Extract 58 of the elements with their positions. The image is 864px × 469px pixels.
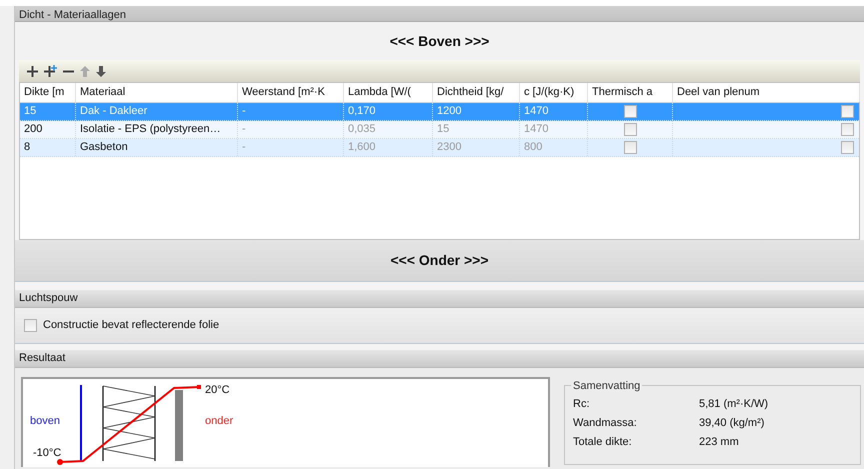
- summary-value: 5,81 (m²·K/W): [699, 397, 768, 412]
- bottom-side-label: <<< Onder >>>: [390, 251, 489, 270]
- column-header[interactable]: Deel van plenum: [673, 83, 860, 102]
- column-header[interactable]: Weerstand [m²·K: [238, 83, 344, 102]
- checkbox[interactable]: [841, 105, 854, 118]
- checkbox-label: Constructie bevat reflecterende folie: [43, 318, 220, 334]
- table-cell: Isolatie - EPS (polystyreen…: [76, 121, 238, 138]
- table-cell: 1,600: [344, 139, 433, 156]
- table-cell: 0,170: [344, 103, 433, 120]
- checkbox[interactable]: [841, 123, 854, 136]
- table-row[interactable]: 200 Isolatie - EPS (polystyreen… - 0,035 15 1470: [20, 121, 859, 139]
- remove-icon[interactable]: [63, 70, 74, 72]
- checkbox[interactable]: [624, 105, 636, 118]
- insert-icon[interactable]: [44, 65, 57, 77]
- table-row[interactable]: 8 Gasbeton - 1,600 2300 800: [20, 139, 859, 157]
- checkbox[interactable]: [841, 141, 854, 154]
- table-cell: Dak - Dakleer: [76, 103, 238, 120]
- table-cell: -: [238, 121, 344, 138]
- table-cell: 1470: [520, 121, 588, 138]
- column-header[interactable]: Dichtheid [kg/: [433, 83, 520, 102]
- checkbox[interactable]: [624, 123, 636, 136]
- table-cell: 8: [20, 139, 76, 156]
- table-cell: 1470: [520, 103, 588, 120]
- summary-label: Totale dikte:: [573, 435, 633, 450]
- panel-title: Resultaat: [19, 351, 66, 366]
- add-icon[interactable]: [27, 66, 38, 76]
- table-cell: 1200: [433, 103, 520, 120]
- temperature-label: -10°C: [33, 446, 62, 461]
- checkbox[interactable]: [624, 141, 636, 154]
- checkbox[interactable]: [24, 319, 37, 332]
- summary-label: Wandmassa:: [573, 416, 638, 432]
- summary-value: 223 mm: [699, 435, 739, 450]
- column-header[interactable]: Materiaal: [76, 83, 238, 102]
- top-side-label: boven: [30, 414, 60, 429]
- top-side-label: <<< Boven >>>: [390, 32, 490, 50]
- table-cell: 2300: [433, 139, 520, 156]
- column-header[interactable]: Lambda [W/(: [344, 83, 433, 102]
- concrete-layer: [175, 390, 183, 461]
- table-cell: 0,035: [344, 121, 433, 138]
- bottom-side-label: onder: [205, 414, 234, 429]
- temperature-label: 20°C: [205, 383, 230, 398]
- group-title: Samenvatting: [571, 378, 642, 394]
- table-cell: 15: [20, 103, 76, 120]
- table-cell: 200: [20, 121, 76, 138]
- table-cell: 15: [433, 121, 520, 138]
- panel-title: Luchtspouw: [19, 291, 78, 306]
- summary-label: Rc:: [573, 397, 590, 412]
- table-cell: -: [238, 139, 344, 156]
- table-cell: 800: [520, 139, 588, 156]
- column-header[interactable]: Thermisch a: [588, 83, 673, 102]
- column-header[interactable]: c [J/(kg·K): [520, 83, 588, 102]
- panel-title: Dicht - Materiaallagen: [19, 9, 126, 21]
- table-cell: -: [238, 103, 344, 120]
- move-up-icon[interactable]: [80, 66, 90, 76]
- move-down-icon[interactable]: [96, 66, 106, 76]
- column-header[interactable]: Dikte [m: [20, 83, 76, 102]
- summary-value: 39,40 (kg/m²): [699, 416, 764, 432]
- table-cell: Gasbeton: [76, 139, 238, 156]
